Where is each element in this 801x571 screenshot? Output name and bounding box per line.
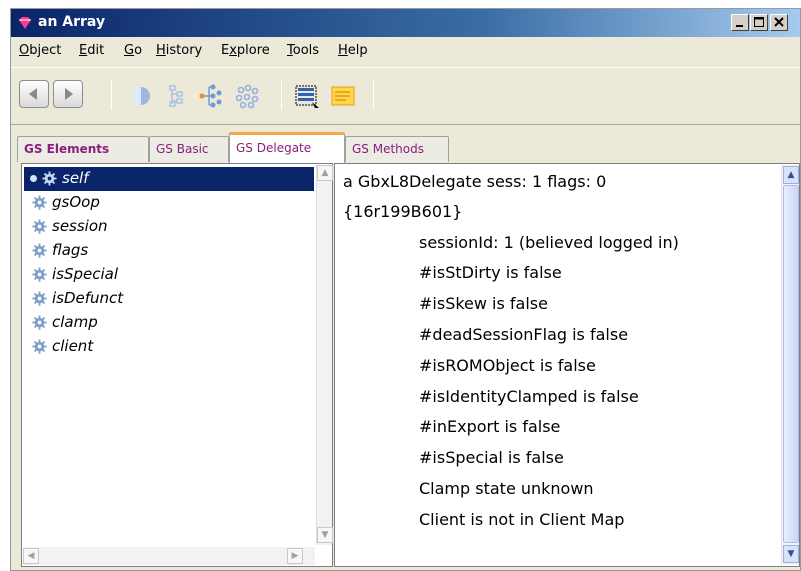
detail-line: {16r199B601} <box>343 202 463 221</box>
detail-line: #deadSessionFlag is false <box>419 325 629 344</box>
list-item-client[interactable]: client <box>24 335 314 359</box>
title-bar[interactable]: an Array <box>11 9 800 37</box>
elements-list[interactable]: self gsOop session flags isSpecial isDef… <box>21 163 333 567</box>
menu-bar: Object Edit Go History Explore Tools Hel… <box>11 39 800 63</box>
gear-icon <box>32 219 47 234</box>
detail-vertical-scrollbar[interactable]: ▲ ▼ <box>781 165 799 565</box>
back-button[interactable] <box>19 80 49 108</box>
list-item-isdefunct[interactable]: isDefunct <box>24 287 314 311</box>
detail-line: Client is not in Client Map <box>419 510 625 529</box>
scroll-down-icon[interactable]: ▼ <box>783 545 799 563</box>
detail-line: #isIdentityClamped is false <box>419 387 639 406</box>
list-item-session[interactable]: session <box>24 215 314 239</box>
detail-line: #isROMObject is false <box>419 356 596 375</box>
gear-icon <box>32 267 47 282</box>
menu-tools[interactable]: Tools <box>287 43 319 58</box>
main-window: an Array Object Edit Go History Explore … <box>10 8 801 571</box>
menu-object[interactable]: Object <box>19 43 61 58</box>
menu-edit[interactable]: Edit <box>79 43 104 58</box>
gear-icon <box>32 291 47 306</box>
maximize-icon <box>754 17 764 27</box>
close-icon <box>774 17 784 27</box>
window-title: an Array <box>38 14 106 30</box>
tab-gs-elements[interactable]: GS Elements <box>17 136 149 162</box>
detail-line: a GbxL8Delegate sess: 1 flags: 0 <box>343 172 607 191</box>
list-horizontal-scrollbar[interactable]: ◀ ▶ <box>23 547 315 565</box>
menu-go[interactable]: Go <box>124 43 142 58</box>
list-item-self[interactable]: self <box>24 167 314 191</box>
scroll-up-icon[interactable]: ▲ <box>317 165 333 181</box>
list-item-flags[interactable]: flags <box>24 239 314 263</box>
dotted-cluster-icon[interactable] <box>233 82 261 110</box>
list-vertical-scrollbar[interactable]: ▲ ▼ <box>316 165 333 545</box>
note-icon[interactable] <box>329 82 357 110</box>
minimize-button[interactable] <box>731 14 749 31</box>
tab-gs-methods[interactable]: GS Methods <box>345 136 449 162</box>
list-item-clamp[interactable]: clamp <box>24 311 314 335</box>
list-item-gsoop[interactable]: gsOop <box>24 191 314 215</box>
toolbar-separator <box>373 80 374 110</box>
detail-line: #inExport is false <box>419 417 561 436</box>
list-item-isspecial[interactable]: isSpecial <box>24 263 314 287</box>
selection-list-icon[interactable] <box>293 82 321 110</box>
gear-icon <box>32 315 47 330</box>
close-button[interactable] <box>770 14 788 31</box>
tab-bar: GS Elements GS Basic GS Delegate GS Meth… <box>11 127 800 163</box>
detail-line: #isSpecial is false <box>419 448 564 467</box>
menu-explore[interactable]: Explore <box>221 43 270 58</box>
tab-gs-delegate[interactable]: GS Delegate <box>229 132 345 163</box>
selected-bullet-icon <box>30 175 37 182</box>
detail-line: Clamp state unknown <box>419 479 594 498</box>
toolbar-separator <box>111 80 112 110</box>
minimize-icon <box>736 25 743 27</box>
scroll-left-icon[interactable]: ◀ <box>23 548 39 564</box>
menu-history[interactable]: History <box>156 43 202 58</box>
gear-icon <box>32 339 47 354</box>
scroll-right-icon[interactable]: ▶ <box>287 548 303 564</box>
delegate-detail-pane[interactable]: a GbxL8Delegate sess: 1 flags: 0 {16r199… <box>334 163 800 567</box>
forward-arrow-icon <box>65 88 73 100</box>
gear-icon <box>42 171 57 186</box>
outline-tree-icon[interactable] <box>161 82 189 110</box>
scroll-up-icon[interactable]: ▲ <box>783 166 799 184</box>
toolbar <box>11 67 800 125</box>
gear-icon <box>32 195 47 210</box>
branch-tree-icon[interactable] <box>197 82 225 110</box>
half-sphere-icon[interactable] <box>127 82 155 110</box>
menu-help[interactable]: Help <box>338 43 368 58</box>
gem-icon <box>19 17 31 29</box>
maximize-button[interactable] <box>750 14 768 31</box>
forward-button[interactable] <box>53 80 83 108</box>
tab-gs-basic[interactable]: GS Basic <box>149 136 229 162</box>
toolbar-separator <box>281 80 282 110</box>
detail-line: #isSkew is false <box>419 294 548 313</box>
gear-icon <box>32 243 47 258</box>
scroll-down-icon[interactable]: ▼ <box>317 527 333 543</box>
scroll-thumb[interactable] <box>783 185 799 543</box>
detail-line: #isStDirty is false <box>419 263 562 282</box>
back-arrow-icon <box>29 88 37 100</box>
detail-line: sessionId: 1 (believed logged in) <box>419 233 679 252</box>
